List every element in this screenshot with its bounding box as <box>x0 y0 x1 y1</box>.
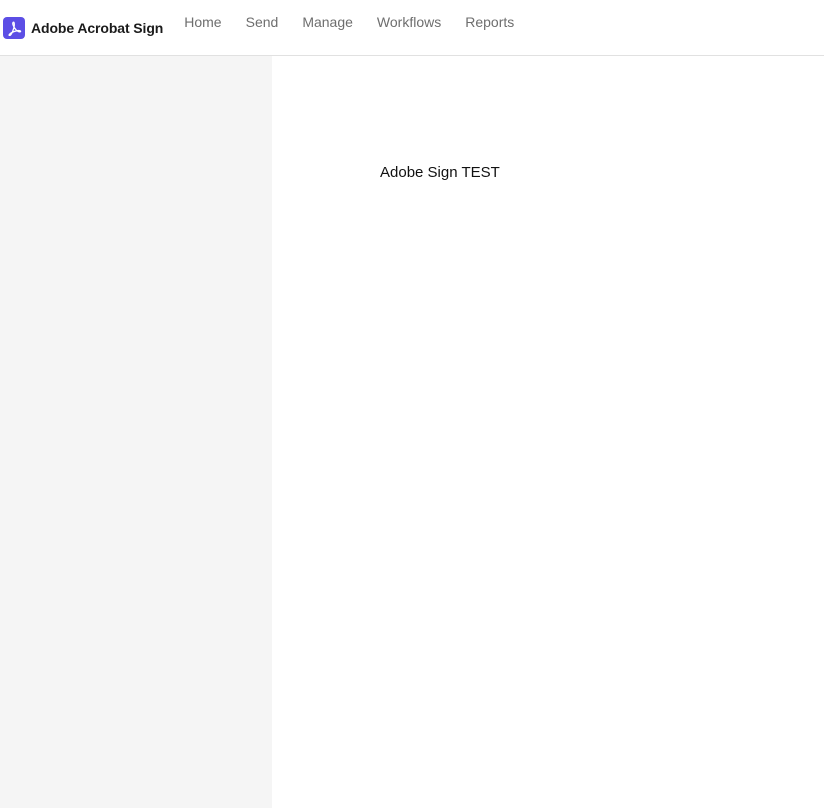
nav-item-manage[interactable]: Manage <box>302 0 353 55</box>
left-sidebar <box>0 56 272 808</box>
brand-name: Adobe Acrobat Sign <box>31 19 164 36</box>
nav-item-reports[interactable]: Reports <box>465 0 514 55</box>
brand-home-link[interactable]: Adobe Acrobat Sign <box>0 0 163 55</box>
top-nav-bar: Adobe Acrobat Sign Home Send Manage Work… <box>0 0 824 56</box>
main-content-text: Adobe Sign TEST <box>380 164 500 181</box>
acrobat-logo-icon <box>3 17 25 39</box>
nav-item-send[interactable]: Send <box>246 0 279 55</box>
main-nav: Home Send Manage Workflows Reports <box>184 0 538 55</box>
nav-item-home[interactable]: Home <box>184 0 221 55</box>
nav-item-workflows[interactable]: Workflows <box>377 0 441 55</box>
main-content: Adobe Sign TEST <box>272 56 824 808</box>
